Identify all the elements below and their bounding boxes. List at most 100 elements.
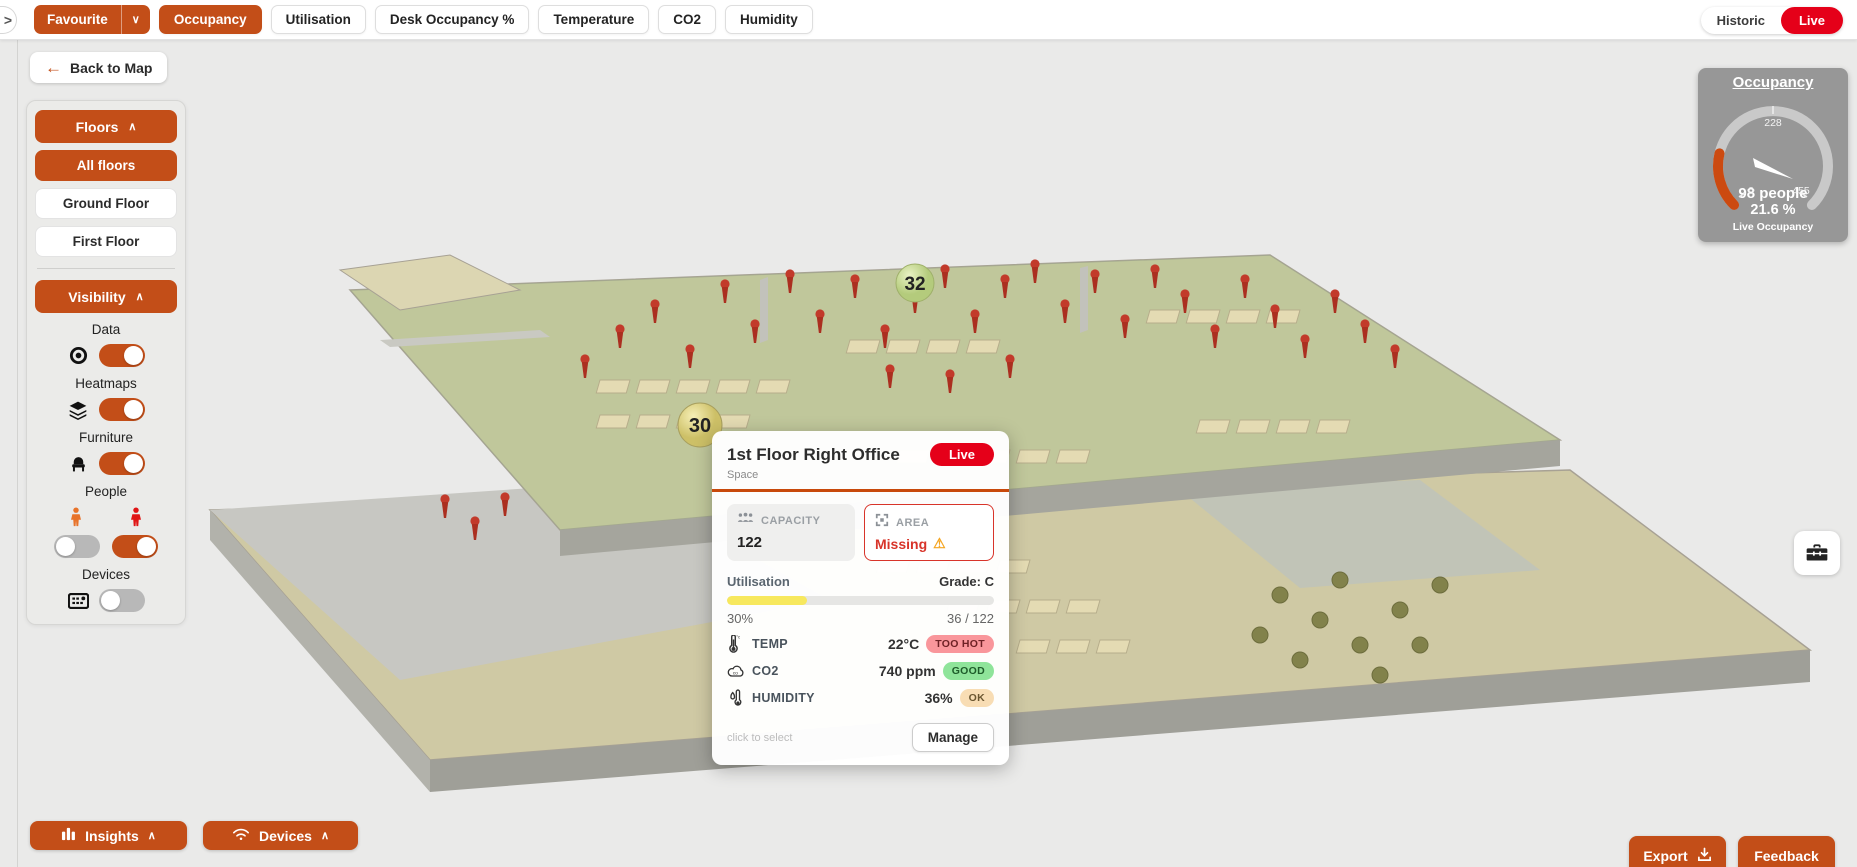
marker-value: 32 (904, 274, 925, 295)
humidity-status-badge: OK (959, 689, 994, 707)
tab-temperature[interactable]: Temperature (538, 5, 650, 34)
area-missing-value: Missing (875, 535, 928, 552)
manage-button[interactable]: Manage (911, 723, 994, 752)
occupancy-gauge-card: Occupancy 228 0 455 98 people 21.6 % Liv… (1698, 68, 1848, 242)
people-toggle-label: People (84, 484, 128, 499)
tab-co2[interactable]: CO2 (658, 5, 716, 34)
co2-status-badge: GOOD (942, 662, 994, 680)
temp-status-badge: TOO HOT (926, 635, 994, 653)
data-toggle[interactable] (99, 344, 145, 367)
utilisation-percent: 30% (727, 611, 754, 626)
co2-metric-row: co CO2 740 ppm GOOD (727, 662, 994, 680)
floor-item-first-floor[interactable]: First Floor (35, 226, 177, 257)
area-label: AREA (896, 516, 930, 529)
export-button[interactable]: Export (1629, 836, 1726, 867)
temp-value: 22°C (887, 636, 920, 652)
tab-occupancy[interactable]: Occupancy (158, 5, 262, 34)
record-icon (67, 345, 89, 367)
chair-icon (67, 453, 89, 475)
space-detail-popup: 1st Floor Right Office Live Space CAPACI… (712, 431, 1009, 765)
person-red-icon (125, 506, 147, 528)
warning-icon: ⚠ (933, 535, 946, 551)
svg-text:°c: °c (736, 635, 740, 640)
favourite-label: Favourite (47, 12, 108, 27)
devices-toggle[interactable] (99, 589, 145, 612)
data-toggle-label: Data (91, 322, 121, 337)
utilisation-label: Utilisation (727, 574, 790, 589)
humidity-icon (727, 689, 747, 707)
devices-label: Devices (259, 827, 312, 844)
humidity-metric-row: HUMIDITY 36% OK (727, 689, 994, 707)
thermometer-icon: °c (727, 635, 747, 653)
chevron-up-icon: ∧ (147, 830, 156, 842)
utilisation-progress-track (727, 596, 994, 605)
space-title: 1st Floor Right Office (727, 444, 900, 464)
layers-icon (67, 399, 89, 421)
back-to-map-button[interactable]: ← Back to Map (30, 52, 168, 83)
chevron-up-icon: ∧ (128, 121, 137, 133)
furniture-toggle-label: Furniture (78, 430, 134, 445)
toolbox-icon (1806, 543, 1828, 564)
heatmaps-toggle-label: Heatmaps (75, 376, 137, 391)
capacity-tile: CAPACITY 122 (727, 504, 855, 561)
gauge-tick-min: 0 (1748, 185, 1754, 197)
live-option[interactable]: Live (1780, 7, 1843, 34)
capacity-label: CAPACITY (761, 515, 821, 527)
marker-value: 30 (689, 415, 711, 437)
historic-live-toggle: Historic Live (1700, 7, 1843, 34)
occupancy-gauge: 228 0 455 (1698, 93, 1848, 210)
chevron-down-icon[interactable]: ∨ (120, 5, 150, 34)
feedback-button[interactable]: Feedback (1738, 836, 1835, 867)
co2-label: CO2 (752, 664, 779, 678)
tab-desk-occupancy[interactable]: Desk Occupancy % (374, 5, 530, 34)
temp-metric-row: °c TEMP 22°C TOO HOT (727, 635, 994, 653)
bar-chart-icon (61, 827, 76, 844)
layers-sidebar: Floors ∧ All floors Ground Floor First F… (26, 100, 186, 625)
gauge-tick-max: 455 (1792, 185, 1810, 197)
chevron-up-icon: ∧ (135, 291, 144, 303)
area-icon (875, 513, 889, 532)
utilisation-progress-fill (727, 596, 808, 605)
capacity-people-icon (737, 512, 754, 530)
download-icon (1697, 847, 1712, 865)
map-marker-ground-floor[interactable]: 32 (895, 263, 935, 303)
chevron-right-icon: > (3, 12, 13, 28)
temp-label: TEMP (752, 637, 788, 651)
co2-value: 740 ppm (878, 663, 936, 679)
tab-humidity[interactable]: Humidity (724, 5, 813, 34)
svg-text:co: co (733, 671, 738, 676)
export-label: Export (1643, 848, 1688, 864)
favourite-dropdown[interactable]: Favourite ∨ (34, 5, 150, 34)
space-type-label: Space (727, 469, 759, 481)
people-history-toggle[interactable] (54, 535, 100, 558)
back-to-map-label: Back to Map (70, 59, 153, 76)
feedback-label: Feedback (1754, 848, 1819, 864)
sidebar-divider (37, 268, 175, 269)
toolbox-button[interactable] (1794, 531, 1840, 575)
area-tile[interactable]: AREA Missing ⚠ (864, 504, 994, 561)
tab-utilisation[interactable]: Utilisation (270, 5, 366, 34)
person-orange-icon (65, 506, 87, 528)
historic-option[interactable]: Historic (1701, 13, 1781, 28)
utilisation-grade: Grade: C (939, 574, 994, 589)
gauge-tick-mid: 228 (1764, 117, 1782, 129)
floors-panel-header[interactable]: Floors ∧ (35, 110, 177, 143)
furniture-toggle[interactable] (99, 452, 145, 475)
insights-button[interactable]: Insights ∧ (30, 821, 187, 850)
gauge-title[interactable]: Occupancy (1698, 74, 1848, 91)
top-tab-bar: Favourite ∨ Occupancy Utilisation Desk O… (0, 0, 1857, 40)
humidity-label: HUMIDITY (752, 691, 815, 705)
floor-item-all-floors[interactable]: All floors (35, 150, 177, 181)
wifi-icon (232, 827, 250, 844)
click-to-select-hint: click to select (727, 731, 793, 744)
device-icon (67, 590, 89, 612)
live-badge: Live (929, 443, 994, 466)
visibility-panel-header[interactable]: Visibility ∧ (35, 280, 177, 313)
people-live-toggle[interactable] (112, 535, 158, 558)
co2-cloud-icon: co (727, 665, 747, 678)
capacity-value: 122 (737, 534, 763, 551)
utilisation-ratio: 36 / 122 (947, 611, 994, 626)
devices-button[interactable]: Devices ∧ (203, 821, 358, 850)
heatmaps-toggle[interactable] (99, 398, 145, 421)
floor-item-ground-floor[interactable]: Ground Floor (35, 188, 177, 219)
